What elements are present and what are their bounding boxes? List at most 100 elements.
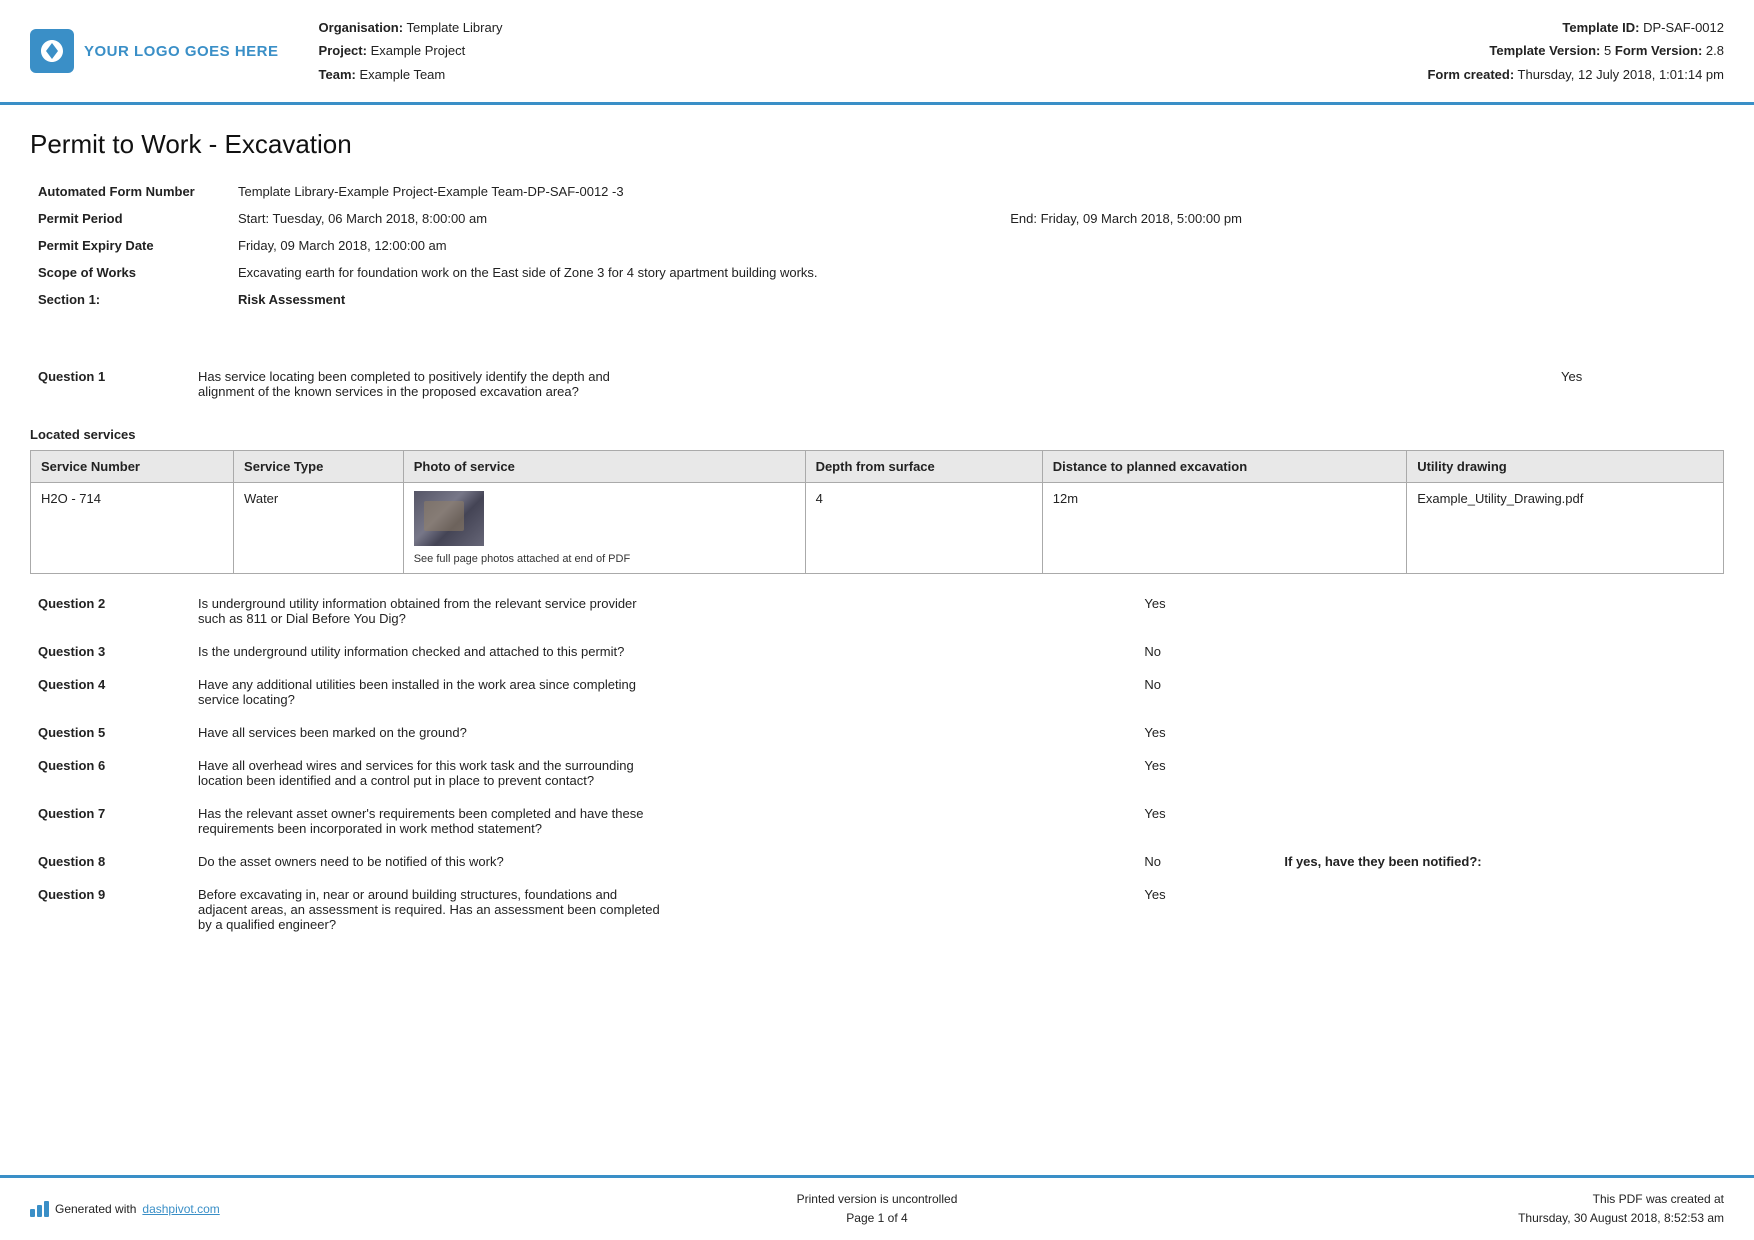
- service-number-value: H2O - 714: [31, 483, 234, 574]
- q8-label: Question 8: [30, 846, 190, 879]
- header-right: Template ID: DP-SAF-0012 Template Versio…: [1404, 16, 1724, 86]
- template-version-label: Template Version:: [1489, 43, 1600, 58]
- team-value: Example Team: [359, 67, 445, 82]
- org-label: Organisation:: [319, 20, 404, 35]
- q5-row: Question 5 Have all services been marked…: [30, 717, 1724, 750]
- automated-form-label: Automated Form Number: [30, 178, 230, 205]
- q9-label: Question 9: [30, 879, 190, 942]
- section-value: Risk Assessment: [230, 286, 1724, 313]
- col-distance: Distance to planned excavation: [1042, 451, 1406, 483]
- q4-answer: No: [1124, 669, 1244, 717]
- permit-period-end: End: Friday, 09 March 2018, 5:00:00 pm: [1002, 205, 1724, 232]
- photo-caption: See full page photos attached at end of …: [414, 553, 795, 565]
- q9-answer: Yes: [1124, 879, 1244, 942]
- col-photo: Photo of service: [403, 451, 805, 483]
- q3-answer: No: [1124, 636, 1244, 669]
- uncontrolled-text: Printed version is uncontrolled: [310, 1190, 1444, 1209]
- permit-expiry-row: Permit Expiry Date Friday, 09 March 2018…: [30, 232, 1724, 259]
- section-label: Section 1:: [30, 286, 230, 313]
- service-row-1: H2O - 714 Water See full page photos att…: [31, 483, 1724, 574]
- remaining-questions-table: Question 2 Is underground utility inform…: [30, 588, 1724, 942]
- created-line2: Thursday, 30 August 2018, 8:52:53 am: [1444, 1209, 1724, 1228]
- question-1-data-row: [30, 339, 1724, 355]
- form-version-value: 2.8: [1706, 43, 1724, 58]
- header-meta: Organisation: Template Library Project: …: [279, 16, 1404, 86]
- form-created-label: Form created:: [1427, 67, 1514, 82]
- logo-section: YOUR LOGO GOES HERE: [30, 29, 279, 73]
- automated-form-row: Automated Form Number Template Library-E…: [30, 178, 1724, 205]
- page-header: YOUR LOGO GOES HERE Organisation: Templa…: [0, 0, 1754, 105]
- col-service-type: Service Type: [234, 451, 404, 483]
- template-id-label: Template ID:: [1562, 20, 1639, 35]
- form-fields-table: Automated Form Number Template Library-E…: [30, 178, 1724, 313]
- depth-value: 4: [805, 483, 1042, 574]
- service-type-value: Water: [234, 483, 404, 574]
- q2-row: Question 2 Is underground utility inform…: [30, 588, 1724, 636]
- q8-row: Question 8 Do the asset owners need to b…: [30, 846, 1724, 879]
- photo-thumbnail: [414, 491, 484, 546]
- q4-text: Have any additional utilities been insta…: [190, 669, 1124, 717]
- q4-row: Question 4 Have any additional utilities…: [30, 669, 1724, 717]
- col-service-number: Service Number: [31, 451, 234, 483]
- question-1-row: [30, 323, 1724, 339]
- col-utility-drawing: Utility drawing: [1407, 451, 1724, 483]
- q1-text: Has service locating been completed to p…: [190, 361, 1553, 413]
- project-label: Project:: [319, 43, 367, 58]
- q1-label: Question 1: [30, 361, 190, 413]
- q5-label: Question 5: [30, 717, 190, 750]
- form-created-value: Thursday, 12 July 2018, 1:01:14 pm: [1518, 67, 1724, 82]
- page-title: Permit to Work - Excavation: [30, 129, 1724, 160]
- automated-form-value: Template Library-Example Project-Example…: [230, 178, 1724, 205]
- q2-text: Is underground utility information obtai…: [190, 588, 1124, 636]
- logo-text: YOUR LOGO GOES HERE: [84, 43, 279, 60]
- permit-expiry-value: Friday, 09 March 2018, 12:00:00 am: [230, 232, 1724, 259]
- q8-text: Do the asset owners need to be notified …: [190, 846, 1124, 879]
- org-value: Template Library: [406, 20, 502, 35]
- q8-answer: No: [1124, 846, 1244, 879]
- q7-answer: Yes: [1124, 798, 1244, 846]
- q7-row: Question 7 Has the relevant asset owner'…: [30, 798, 1724, 846]
- q8-extra: If yes, have they been notified?:: [1244, 846, 1724, 879]
- permit-period-label: Permit Period: [30, 205, 230, 232]
- main-content: Permit to Work - Excavation Automated Fo…: [0, 105, 1754, 1048]
- q5-text: Have all services been marked on the gro…: [190, 717, 1124, 750]
- q1-label: [30, 323, 190, 339]
- dashpivot-icon: [30, 1201, 49, 1217]
- permit-period-row: Permit Period Start: Tuesday, 06 March 2…: [30, 205, 1724, 232]
- q3-text: Is the underground utility information c…: [190, 636, 1124, 669]
- section-row: Section 1: Risk Assessment: [30, 286, 1724, 313]
- photo-cell: See full page photos attached at end of …: [403, 483, 805, 574]
- template-id-value: DP-SAF-0012: [1643, 20, 1724, 35]
- services-header-row: Service Number Service Type Photo of ser…: [31, 451, 1724, 483]
- q6-answer: Yes: [1124, 750, 1244, 798]
- q6-label: Question 6: [30, 750, 190, 798]
- q2-label: Question 2: [30, 588, 190, 636]
- q5-answer: Yes: [1124, 717, 1244, 750]
- located-services-title: Located services: [30, 427, 1724, 442]
- footer-right: This PDF was created at Thursday, 30 Aug…: [1444, 1190, 1724, 1228]
- template-version-value: 5: [1604, 43, 1611, 58]
- questions-table: Question 1 Has service locating been com…: [30, 361, 1724, 413]
- q9-text: Before excavating in, near or around bui…: [190, 879, 1124, 942]
- scope-of-works-row: Scope of Works Excavating earth for foun…: [30, 259, 1724, 286]
- q2-answer: Yes: [1124, 588, 1244, 636]
- q4-label: Question 4: [30, 669, 190, 717]
- q1-row: Question 1 Has service locating been com…: [30, 361, 1724, 413]
- permit-period-start: Start: Tuesday, 06 March 2018, 8:00:00 a…: [230, 205, 1002, 232]
- team-label: Team:: [319, 67, 356, 82]
- q6-text: Have all overhead wires and services for…: [190, 750, 1124, 798]
- col-depth: Depth from surface: [805, 451, 1042, 483]
- q9-row: Question 9 Before excavating in, near or…: [30, 879, 1724, 942]
- page-footer: Generated with dashpivot.com Printed ver…: [0, 1175, 1754, 1240]
- q3-row: Question 3 Is the underground utility in…: [30, 636, 1724, 669]
- q6-row: Question 6 Have all overhead wires and s…: [30, 750, 1724, 798]
- q1-id: [30, 339, 190, 355]
- services-table: Service Number Service Type Photo of ser…: [30, 450, 1724, 574]
- project-value: Example Project: [371, 43, 466, 58]
- q7-text: Has the relevant asset owner's requireme…: [190, 798, 1124, 846]
- generated-link[interactable]: dashpivot.com: [142, 1202, 219, 1216]
- q7-label: Question 7: [30, 798, 190, 846]
- logo-icon: [30, 29, 74, 73]
- page-number: Page 1 of 4: [310, 1209, 1444, 1228]
- q3-label: Question 3: [30, 636, 190, 669]
